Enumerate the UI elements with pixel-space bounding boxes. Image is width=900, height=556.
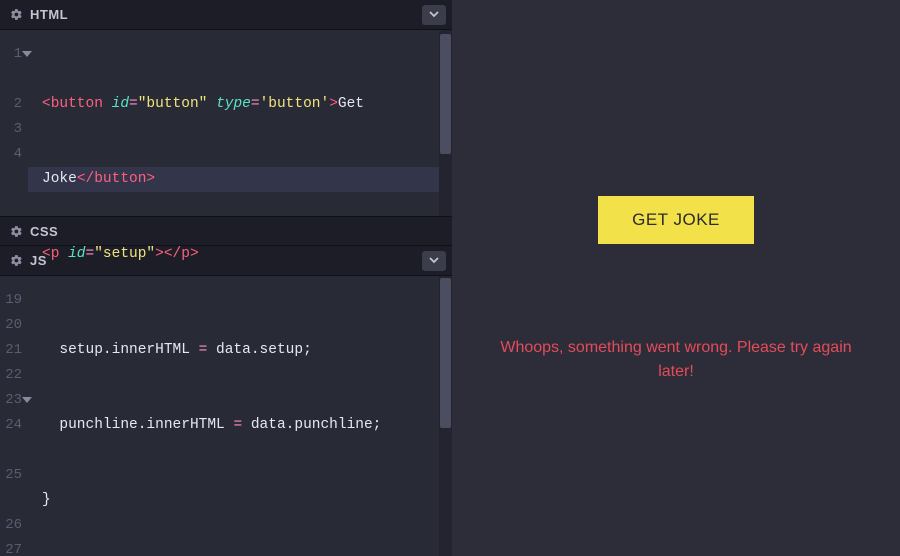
fold-icon[interactable]: 23 bbox=[0, 388, 22, 413]
html-gutter: 1 2 3 4 bbox=[0, 30, 28, 216]
editors-column: HTML 1 2 3 4 <button id="butt bbox=[0, 0, 452, 556]
get-joke-button[interactable]: GET JOKE bbox=[598, 196, 754, 244]
gear-icon[interactable] bbox=[10, 8, 23, 21]
html-panel-title: HTML bbox=[30, 7, 68, 22]
html-panel: HTML 1 2 3 4 <button id="butt bbox=[0, 0, 452, 216]
fold-icon[interactable]: 1 bbox=[0, 42, 22, 67]
chevron-down-icon bbox=[429, 11, 439, 18]
js-editor[interactable]: 19 20 21 22 23 24 25 26 27 setup.innerHT bbox=[0, 276, 452, 556]
html-code[interactable]: <button id="button" type='button'>Get Jo… bbox=[28, 30, 452, 216]
scrollbar-thumb[interactable] bbox=[440, 34, 451, 154]
js-code[interactable]: setup.innerHTML = data.setup; punchline.… bbox=[28, 276, 452, 556]
gear-icon[interactable] bbox=[10, 225, 23, 238]
scrollbar-thumb[interactable] bbox=[440, 278, 451, 428]
scrollbar[interactable] bbox=[439, 30, 452, 216]
html-panel-header[interactable]: HTML bbox=[0, 0, 452, 30]
html-editor[interactable]: 1 2 3 4 <button id="button" type='button… bbox=[0, 30, 452, 216]
js-gutter: 19 20 21 22 23 24 25 26 27 bbox=[0, 276, 28, 556]
codepen-like-editor: HTML 1 2 3 4 <button id="butt bbox=[0, 0, 900, 556]
collapse-button[interactable] bbox=[422, 5, 446, 25]
js-panel: JS 19 20 21 22 23 24 25 bbox=[0, 246, 452, 556]
gear-icon[interactable] bbox=[10, 254, 23, 267]
preview-pane: GET JOKE Whoops, something went wrong. P… bbox=[452, 0, 900, 556]
scrollbar[interactable] bbox=[439, 276, 452, 556]
